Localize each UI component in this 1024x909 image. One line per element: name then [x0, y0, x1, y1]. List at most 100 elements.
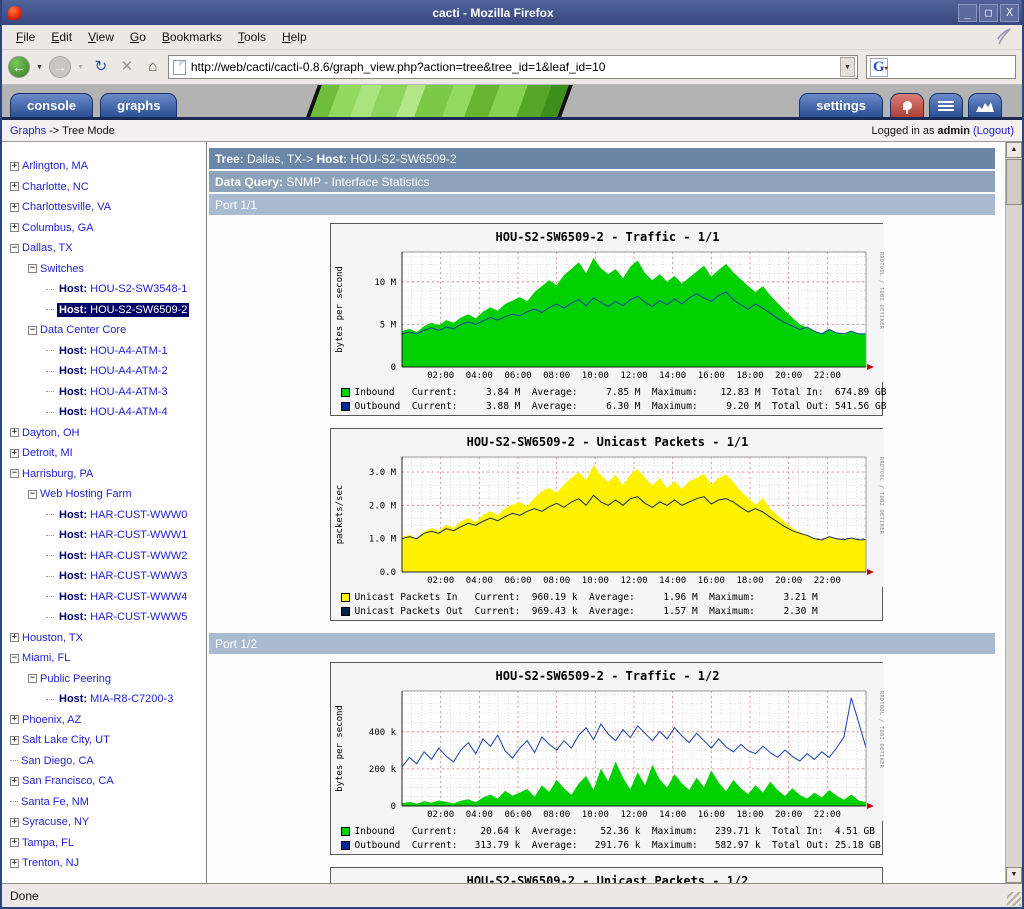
sidebar-item-hou-s2-sw6509-2[interactable]: Host: HOU-S2-SW6509-2 — [2, 300, 206, 321]
sidebar-host-link[interactable]: Host: HAR-CUST-WWW4 — [57, 590, 189, 604]
sidebar-host-link[interactable]: Host: HAR-CUST-WWW3 — [57, 569, 189, 583]
url-bar[interactable]: http://web/cacti/cacti-0.8.6/graph_view.… — [167, 55, 858, 79]
collapse-icon[interactable]: − — [10, 653, 19, 663]
sidebar-item-san-diego-ca[interactable]: San Diego, CA — [2, 751, 206, 772]
sidebar-item-arlington-ma[interactable]: + Arlington, MA — [2, 156, 206, 177]
menu-file[interactable]: File — [8, 26, 43, 48]
sidebar-item-hou-a4-atm-1[interactable]: Host: HOU-A4-ATM-1 — [2, 341, 206, 362]
sidebar-host-link[interactable]: Host: HAR-CUST-WWW0 — [57, 508, 189, 522]
sidebar-item-harrisburg-pa[interactable]: − Harrisburg, PA — [2, 464, 206, 485]
expand-icon[interactable]: + — [10, 838, 19, 848]
menu-edit[interactable]: Edit — [43, 26, 80, 48]
sidebar-item-phoenix-az[interactable]: + Phoenix, AZ — [2, 710, 206, 731]
expand-icon[interactable]: + — [10, 776, 19, 786]
collapse-icon[interactable]: − — [28, 264, 37, 274]
sidebar-item-san-francisco-ca[interactable]: + San Francisco, CA — [2, 771, 206, 792]
expand-icon[interactable]: + — [10, 182, 19, 192]
sidebar-item-har-cust-www5[interactable]: Host: HAR-CUST-WWW5 — [2, 607, 206, 628]
close-button[interactable]: X — [1000, 3, 1019, 22]
expand-icon[interactable]: + — [10, 633, 19, 643]
resize-grip[interactable] — [1007, 892, 1021, 906]
sidebar-item-switches[interactable]: − Switches — [2, 259, 206, 280]
sidebar-host-link[interactable]: Host: HOU-S2-SW3548-1 — [57, 282, 189, 296]
vertical-scrollbar[interactable]: ▲ ▼ — [1005, 142, 1022, 883]
scroll-down-icon[interactable]: ▼ — [1006, 867, 1022, 883]
list-view-tab[interactable] — [929, 93, 963, 117]
sidebar-item-tampa-fl[interactable]: + Tampa, FL — [2, 833, 206, 854]
sidebar-item-columbus-ga[interactable]: + Columbus, GA — [2, 218, 206, 239]
menu-help[interactable]: Help — [274, 26, 315, 48]
tab-settings[interactable]: settings — [799, 93, 883, 117]
collapse-icon[interactable]: − — [28, 325, 37, 335]
graph-traffic-1-2[interactable]: HOU-S2-SW6509-2 - Traffic - 1/2 RRDTOOL /… — [329, 662, 884, 855]
breadcrumb-graphs-link[interactable]: Graphs — [10, 125, 46, 137]
menu-bookmarks[interactable]: Bookmarks — [154, 26, 230, 48]
menu-go[interactable]: Go — [122, 26, 154, 48]
sidebar-item-syracuse-ny[interactable]: + Syracuse, NY — [2, 812, 206, 833]
sidebar-item-hou-a4-atm-2[interactable]: Host: HOU-A4-ATM-2 — [2, 361, 206, 382]
url-dropdown-icon[interactable]: ▼ — [840, 57, 855, 77]
sidebar-item-har-cust-www3[interactable]: Host: HAR-CUST-WWW3 — [2, 566, 206, 587]
sidebar-item-dallas-tx[interactable]: − Dallas, TX — [2, 238, 206, 259]
expand-icon[interactable]: + — [10, 715, 19, 725]
sidebar-item-charlottesville-va[interactable]: + Charlottesville, VA — [2, 197, 206, 218]
collapse-icon[interactable]: − — [10, 469, 19, 479]
url-input[interactable]: http://web/cacti/cacti-0.8.6/graph_view.… — [191, 60, 840, 74]
sidebar-item-hou-a4-atm-4[interactable]: Host: HOU-A4-ATM-4 — [2, 402, 206, 423]
sidebar-item-mia-r8-c7200-3[interactable]: Host: MIA-R8-C7200-3 — [2, 689, 206, 710]
collapse-icon[interactable]: − — [10, 243, 19, 253]
sidebar-item-har-cust-www0[interactable]: Host: HAR-CUST-WWW0 — [2, 505, 206, 526]
graph-unicast-1-1[interactable]: HOU-S2-SW6509-2 - Unicast Packets - 1/1 R… — [329, 428, 884, 621]
sidebar-item-har-cust-www2[interactable]: Host: HAR-CUST-WWW2 — [2, 546, 206, 567]
sidebar-item-har-cust-www1[interactable]: Host: HAR-CUST-WWW1 — [2, 525, 206, 546]
logout-link[interactable]: (Logout) — [973, 125, 1014, 137]
sidebar-item-houston-tx[interactable]: + Houston, TX — [2, 628, 206, 649]
expand-icon[interactable]: + — [10, 858, 19, 868]
sidebar-item-charlotte-nc[interactable]: + Charlotte, NC — [2, 177, 206, 198]
tab-graphs[interactable]: graphs — [100, 93, 178, 117]
expand-icon[interactable]: + — [10, 428, 19, 438]
sidebar-host-link[interactable]: Host: MIA-R8-C7200-3 — [57, 692, 175, 706]
sidebar-item-hou-s2-sw3548-1[interactable]: Host: HOU-S2-SW3548-1 — [2, 279, 206, 300]
sidebar-host-link[interactable]: Host: HOU-A4-ATM-2 — [57, 364, 170, 378]
scrollbar-thumb[interactable] — [1006, 159, 1022, 205]
sidebar-host-link[interactable]: Host: HAR-CUST-WWW1 — [57, 528, 189, 542]
sidebar-host-link[interactable]: Host: HOU-A4-ATM-4 — [57, 405, 170, 419]
expand-icon[interactable]: + — [10, 223, 19, 233]
sidebar-item-hou-a4-atm-3[interactable]: Host: HOU-A4-ATM-3 — [2, 382, 206, 403]
expand-icon[interactable]: + — [10, 448, 19, 458]
sidebar-host-link[interactable]: Host: HOU-A4-ATM-1 — [57, 344, 170, 358]
sidebar-item-santa-fe-nm[interactable]: Santa Fe, NM — [2, 792, 206, 813]
reload-button[interactable]: ↻ — [90, 56, 112, 78]
expand-icon[interactable]: + — [10, 817, 19, 827]
sidebar-item-har-cust-www4[interactable]: Host: HAR-CUST-WWW4 — [2, 587, 206, 608]
sidebar-item-web-hosting-farm[interactable]: − Web Hosting Farm — [2, 484, 206, 505]
scroll-up-icon[interactable]: ▲ — [1006, 142, 1022, 158]
home-button[interactable]: ⌂ — [142, 56, 164, 78]
forward-button[interactable]: → — [48, 56, 71, 78]
back-dropdown-icon[interactable]: ▼ — [34, 64, 45, 71]
menu-tools[interactable]: Tools — [230, 26, 274, 48]
sidebar-item-trenton-nj[interactable]: + Trenton, NJ — [2, 853, 206, 874]
collapse-icon[interactable]: − — [28, 489, 37, 499]
sidebar-host-link[interactable]: Host: HAR-CUST-WWW2 — [57, 549, 189, 563]
sidebar-item-data-center-core[interactable]: − Data Center Core — [2, 320, 206, 341]
maximize-button[interactable]: □ — [979, 3, 998, 22]
sidebar-item-detroit-mi[interactable]: + Detroit, MI — [2, 443, 206, 464]
sidebar-item-salt-lake-city-ut[interactable]: + Salt Lake City, UT — [2, 730, 206, 751]
menu-view[interactable]: View — [80, 26, 122, 48]
expand-icon[interactable]: + — [10, 202, 19, 212]
back-button[interactable]: ← — [8, 56, 30, 78]
sidebar-item-miami-fl[interactable]: − Miami, FL — [2, 648, 206, 669]
sidebar-item-selected[interactable]: Host: HOU-S2-SW6509-2 — [57, 302, 190, 317]
tab-console[interactable]: console — [10, 93, 94, 117]
graph-traffic-1-1[interactable]: HOU-S2-SW6509-2 - Traffic - 1/1 RRDTOOL /… — [329, 223, 886, 416]
sidebar-host-link[interactable]: Host: HOU-A4-ATM-3 — [57, 385, 170, 399]
sidebar-host-link[interactable]: Host: HAR-CUST-WWW5 — [57, 610, 189, 624]
collapse-icon[interactable]: − — [28, 674, 37, 684]
graph-unicast-1-2[interactable]: HOU-S2-SW6509-2 - Unicast Packets - 1/2R… — [329, 867, 883, 883]
expand-icon[interactable]: + — [10, 161, 19, 171]
sidebar-item-public-peering[interactable]: − Public Peering — [2, 669, 206, 690]
tree-view-tab[interactable] — [890, 93, 924, 117]
google-search-icon[interactable]: G ▾ — [870, 57, 888, 77]
